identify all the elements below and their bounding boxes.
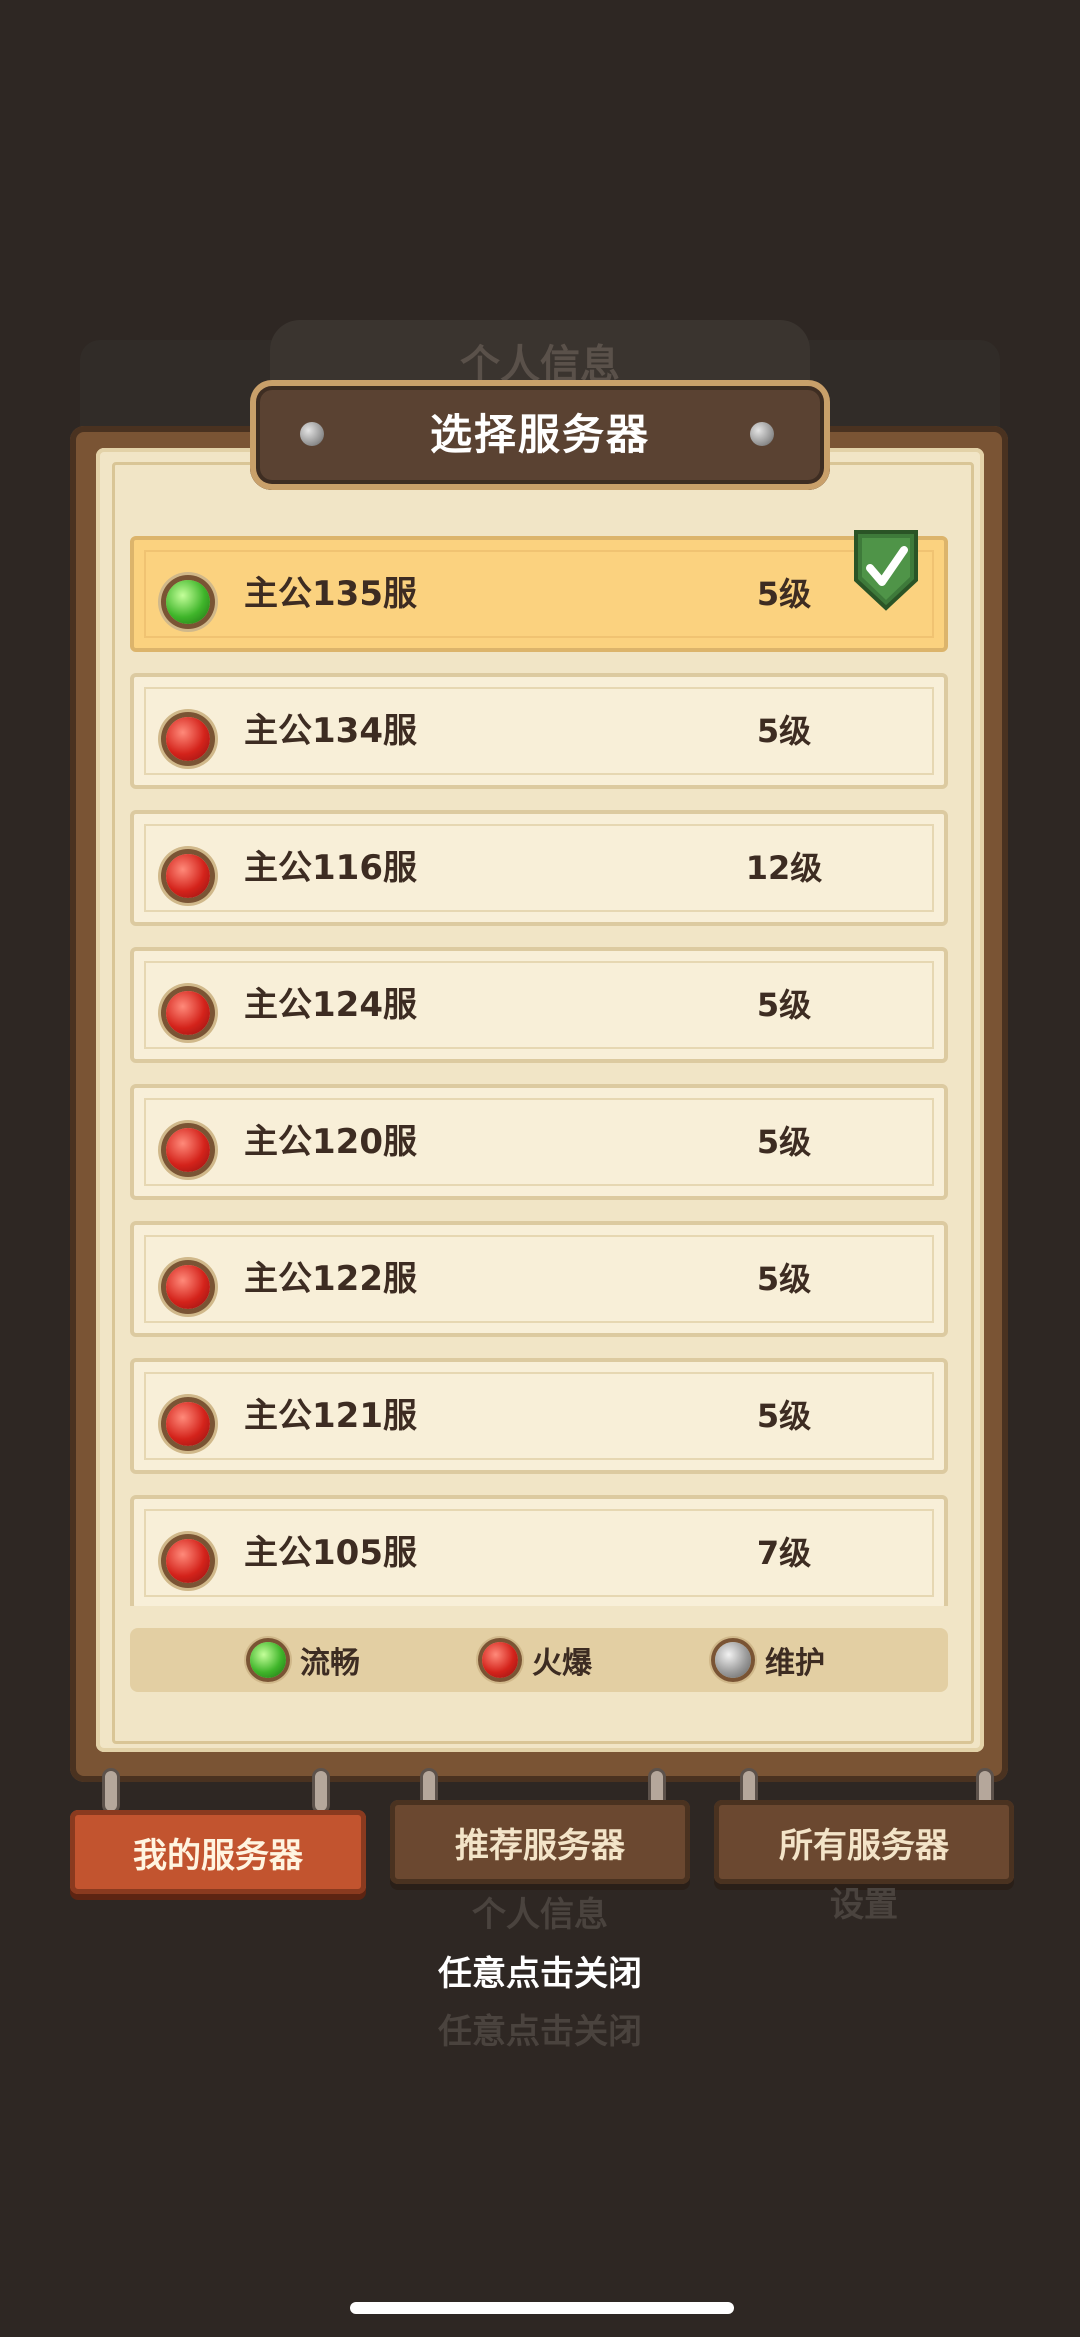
- server-level: 12级: [745, 849, 823, 887]
- server-level: 5级: [756, 1397, 812, 1435]
- server-row[interactable]: 主公105服 7级: [130, 1495, 948, 1606]
- status-red-icon: [166, 1402, 210, 1446]
- status-red-icon: [166, 991, 210, 1035]
- tap-to-close-hint[interactable]: 任意点击关闭: [0, 1946, 1080, 1995]
- selected-check-icon: [854, 530, 918, 611]
- server-row[interactable]: 主公122服 5级: [130, 1221, 948, 1337]
- server-level: 5级: [756, 712, 812, 750]
- server-level: 5级: [756, 986, 812, 1024]
- server-level: 5级: [756, 575, 812, 613]
- status-red-icon: [482, 1642, 518, 1678]
- rivet-icon: [750, 422, 774, 446]
- dialog-title: 选择服务器: [429, 410, 650, 459]
- server-level: 5级: [756, 1123, 812, 1161]
- server-level: 5级: [756, 1260, 812, 1298]
- server-name: 主公121服: [244, 1396, 417, 1436]
- background-tab-label: 设置: [830, 1884, 898, 1925]
- status-red-icon: [166, 717, 210, 761]
- legend-label: 火爆: [532, 1646, 592, 1681]
- status-red-icon: [166, 1265, 210, 1309]
- legend-label: 流畅: [300, 1646, 360, 1681]
- status-green-icon: [250, 1642, 286, 1678]
- rope-icon: [312, 1768, 330, 1814]
- legend-item-maintenance: 维护: [715, 1628, 825, 1692]
- tab-my-servers[interactable]: 我的服务器: [70, 1810, 366, 1894]
- server-row[interactable]: 主公135服 5级: [130, 536, 948, 652]
- server-level: 7级: [756, 1534, 812, 1572]
- status-red-icon: [166, 1539, 210, 1583]
- status-legend: 流畅 火爆 维护: [130, 1628, 948, 1692]
- server-row[interactable]: 主公120服 5级: [130, 1084, 948, 1200]
- status-red-icon: [166, 1128, 210, 1172]
- legend-label: 维护: [765, 1646, 825, 1681]
- rope-icon: [102, 1768, 120, 1814]
- server-name: 主公105服: [244, 1533, 417, 1573]
- server-name: 主公135服: [244, 574, 417, 614]
- legend-item-smooth: 流畅: [250, 1628, 360, 1692]
- server-name: 主公134服: [244, 711, 417, 751]
- home-indicator[interactable]: [350, 2302, 734, 2314]
- server-row[interactable]: 主公121服 5级: [130, 1358, 948, 1474]
- rivet-icon: [300, 422, 324, 446]
- tab-recommended-servers[interactable]: 推荐服务器: [390, 1800, 690, 1884]
- status-red-icon: [166, 854, 210, 898]
- server-row[interactable]: 主公134服 5级: [130, 673, 948, 789]
- background-tab-label: 个人信息: [472, 1894, 608, 1935]
- server-row[interactable]: 主公124服 5级: [130, 947, 948, 1063]
- server-row[interactable]: 主公116服 12级: [130, 810, 948, 926]
- server-name: 主公122服: [244, 1259, 417, 1299]
- background-close-hint: 任意点击关闭: [438, 2012, 642, 2052]
- server-name: 主公116服: [244, 848, 417, 888]
- status-gray-icon: [715, 1642, 751, 1678]
- server-list[interactable]: 主公135服 5级 主公134服 5级 主公116服 12级 主公124服 5级…: [130, 536, 948, 1606]
- server-name: 主公124服: [244, 985, 417, 1025]
- server-name: 主公120服: [244, 1122, 417, 1162]
- status-green-icon: [166, 580, 210, 624]
- legend-item-hot: 火爆: [482, 1628, 592, 1692]
